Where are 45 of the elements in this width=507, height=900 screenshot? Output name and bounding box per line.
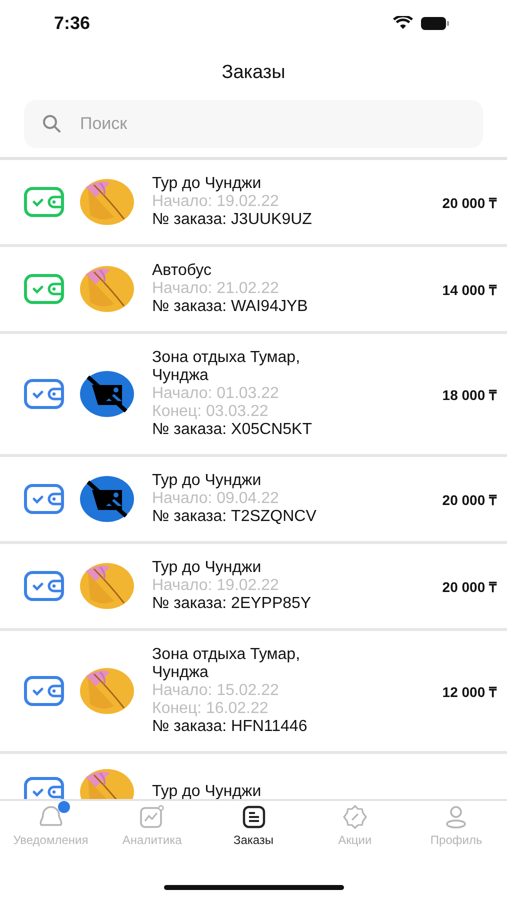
- order-price: 18 000 ₸: [442, 386, 497, 404]
- order-number: № заказа: 2EYPP85Y: [152, 595, 312, 613]
- order-title: Зона отдыха Тумар, Чунджа: [152, 349, 302, 385]
- order-title: Тур до Чунджи: [152, 472, 262, 490]
- status-time: 7:36: [54, 12, 90, 34]
- order-number: № заказа: X05CN5KT: [152, 421, 313, 439]
- order-price: 14 000 ₸: [442, 280, 497, 298]
- order-date: Конец: 03.03.22: [152, 403, 270, 421]
- order-title: Тур до Чунджи: [152, 175, 262, 193]
- order-row[interactable]: Тур до Чунджи Начало: 19.02.22 № заказа: J3UUK9UZ 20 000 ₸: [0, 160, 507, 247]
- order-price: 20 000 ₸: [442, 490, 497, 508]
- screen-title: Заказы: [220, 62, 286, 85]
- order-title: Тур до Чунджи: [152, 783, 262, 799]
- order-row[interactable]: Автобус Начало: 21.02.22 № заказа: WAI94JYB 14 000 ₸: [0, 247, 507, 334]
- order-title: Автобус: [152, 262, 212, 280]
- search-field[interactable]: Поиск: [24, 100, 483, 148]
- order-date: Начало: 15.02.22: [152, 682, 280, 700]
- order-title: Зона отдыха Тумар, Чунджа: [152, 646, 302, 682]
- document-icon: [240, 805, 267, 829]
- order-price: 20 000 ₸: [442, 578, 497, 596]
- order-date: Начало: 09.04.22: [152, 490, 280, 508]
- order-row[interactable]: Тур до Чунджи Начало: 09.04.22 № заказа: T2SZQNCV 20 000 ₸: [0, 457, 507, 544]
- order-price: 12 000 ₸: [442, 682, 497, 700]
- order-date: Конец: 16.02.22: [152, 700, 270, 718]
- order-number: № заказа: J3UUK9UZ: [152, 211, 313, 229]
- order-date: Начало: 19.02.22: [152, 193, 280, 211]
- bell-icon: [38, 805, 64, 829]
- order-date: Начало: 21.02.22: [152, 280, 280, 298]
- order-row[interactable]: Зона отдыха Тумар, Чунджа Начало: 01.03.22 Конец: 03.03.22 № заказа: X05CN5KT 18 000 ₸: [0, 334, 507, 457]
- search-icon: [42, 114, 62, 134]
- discount-icon: [342, 805, 368, 829]
- order-row[interactable]: Тур до Чунджи: [0, 754, 507, 799]
- battery-icon: [421, 16, 449, 30]
- order-row[interactable]: Зона отдыха Тумар, Чунджа Начало: 15.02.22 Конец: 16.02.22 № заказа: HFN11446 12 000 ₸: [0, 631, 507, 754]
- order-number: № заказа: HFN11446: [152, 718, 308, 736]
- order-price: 20 000 ₸: [442, 194, 497, 212]
- order-number: № заказа: WAI94JYB: [152, 298, 309, 316]
- order-title: Тур до Чунджи: [152, 559, 262, 577]
- order-number: № заказа: T2SZQNCV: [152, 508, 318, 526]
- order-date: Начало: 19.02.22: [152, 577, 280, 595]
- order-row[interactable]: Тур до Чунджи Начало: 19.02.22 № заказа: 2EYPP85Y 20 000 ₸: [0, 544, 507, 631]
- tab[interactable]: Заказы: [202, 805, 304, 861]
- chart-icon: [139, 805, 166, 829]
- order-date: Начало: 01.03.22: [152, 385, 280, 403]
- wifi-icon: [393, 16, 413, 30]
